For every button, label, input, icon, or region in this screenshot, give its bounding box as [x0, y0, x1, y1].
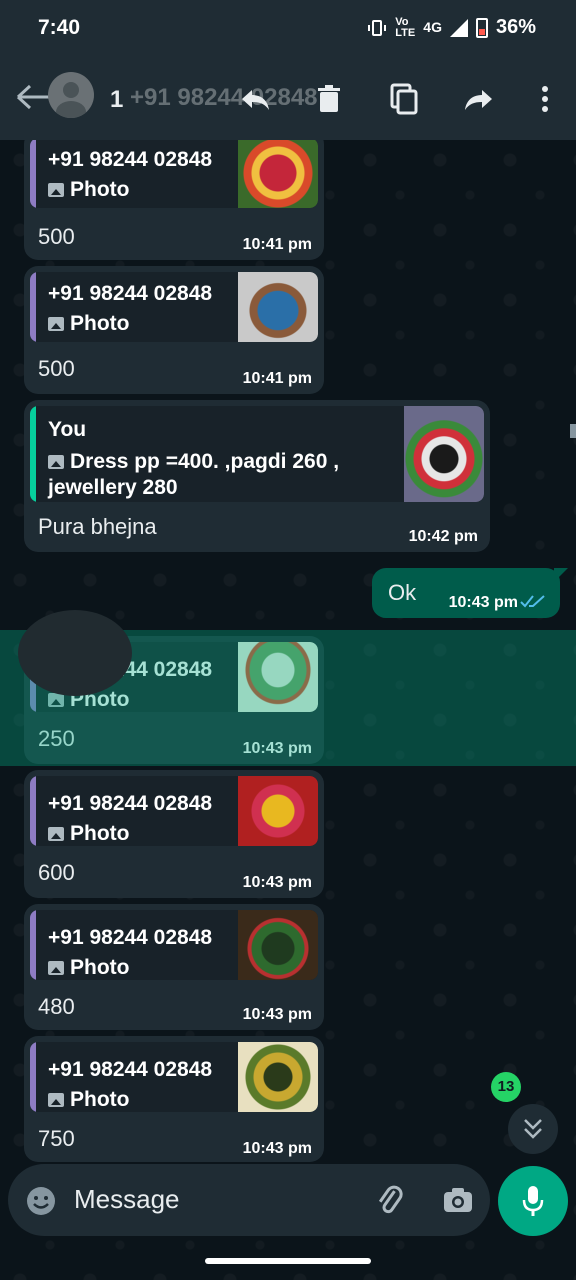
quoted-message[interactable]: +91 98244 02848 Photo — [30, 272, 318, 342]
photo-icon — [48, 961, 64, 975]
photo-icon — [48, 827, 64, 841]
outgoing-message-bubble[interactable]: Ok 10:43 pm — [372, 568, 568, 618]
vibrate-icon — [368, 19, 387, 36]
reply-icon[interactable] — [238, 82, 272, 116]
photo-thumbnail — [238, 1042, 318, 1112]
photo-thumbnail — [238, 138, 318, 208]
message-text: 750 — [38, 1126, 75, 1151]
avatar[interactable] — [48, 72, 94, 118]
message-time: 10:43 pm — [242, 1140, 312, 1157]
unread-count-badge: 13 — [491, 1072, 521, 1102]
quoted-message[interactable]: +91 98244 02848 Photo — [30, 910, 318, 980]
photo-thumbnail — [238, 910, 318, 980]
scroll-to-bottom-button[interactable] — [508, 1104, 558, 1154]
message-bubble[interactable]: +91 98244 02848 Photo 500 10:41 pm — [24, 266, 324, 394]
scrollbar-thumb[interactable] — [570, 424, 576, 438]
signal-icon — [449, 18, 468, 37]
quoted-photo-label: Photo — [48, 1088, 129, 1112]
quoted-sender: +91 98244 02848 — [48, 792, 213, 815]
quoted-photo-label: Photo — [48, 312, 129, 336]
message-text: Pura bhejna — [38, 514, 157, 539]
message-input[interactable]: Message — [74, 1184, 180, 1215]
message-text: 600 — [38, 860, 75, 885]
message-composer: Message — [8, 1164, 490, 1236]
chevron-double-down-icon — [524, 1119, 542, 1139]
volte-label: Vo LTE — [395, 15, 416, 39]
message-text: 480 — [38, 994, 75, 1019]
message-text: 500 — [38, 224, 75, 249]
quoted-message[interactable]: +91 98244 02848 Photo — [30, 1042, 318, 1112]
battery-icon — [475, 17, 488, 38]
attach-icon[interactable] — [372, 1182, 408, 1218]
camera-icon[interactable] — [440, 1182, 476, 1218]
message-bubble[interactable]: +91 98244 02848 Photo 750 10:43 pm — [24, 1036, 324, 1162]
message-time: 10:43 pm — [242, 874, 312, 891]
message-text: 500 — [38, 356, 75, 381]
chat-app-bar: +91 98244 02848 1 — [0, 56, 576, 140]
forward-icon[interactable] — [462, 82, 496, 116]
quoted-sender: +91 98244 02848 — [48, 282, 213, 305]
quoted-message[interactable]: +91 98244 02848 Photo — [30, 138, 318, 208]
status-bar: 7:40 Vo LTE 4G 36% — [0, 0, 576, 56]
quoted-sender: +91 98244 02848 — [48, 148, 213, 171]
mic-icon — [522, 1186, 544, 1216]
voice-message-button[interactable] — [498, 1166, 568, 1236]
message-bubble[interactable]: You Dress pp =400. ,pagdi 260 , jeweller… — [24, 400, 490, 552]
emoji-icon[interactable] — [24, 1184, 58, 1218]
avatar-icon — [56, 82, 86, 118]
delete-icon[interactable] — [312, 82, 346, 116]
message-time: 10:42 pm — [408, 528, 478, 545]
selected-count: 1 — [110, 86, 124, 113]
quoted-photo-label: Photo — [48, 178, 129, 202]
message-text: Ok — [388, 580, 417, 605]
quoted-text: Dress pp =400. ,pagdi 260 , — [48, 450, 339, 474]
message-time: 10:43 pm — [242, 1006, 312, 1023]
quoted-photo-label: Photo — [48, 822, 129, 846]
photo-icon — [48, 455, 64, 469]
photo-icon — [48, 317, 64, 331]
status-icons: Vo LTE 4G 36% — [367, 16, 536, 39]
gesture-nav-bar[interactable] — [205, 1258, 371, 1264]
redaction-blob — [18, 610, 132, 696]
photo-thumbnail — [404, 406, 484, 502]
message-bubble[interactable]: +91 98244 02848 Photo 600 10:43 pm — [24, 770, 324, 898]
quoted-message[interactable]: You Dress pp =400. ,pagdi 260 , jeweller… — [30, 406, 484, 502]
copy-icon[interactable] — [388, 82, 422, 116]
message-time: 10:41 pm — [242, 236, 312, 253]
contact-title: +91 98244 02848 — [130, 84, 318, 111]
quoted-sender: You — [48, 418, 87, 441]
status-time: 7:40 — [38, 16, 81, 39]
photo-thumbnail — [238, 776, 318, 846]
more-icon[interactable] — [528, 82, 562, 116]
message-time: 10:41 pm — [242, 370, 312, 387]
photo-icon — [48, 1093, 64, 1107]
quoted-sender: +91 98244 02848 — [48, 1058, 213, 1081]
quoted-sender: +91 98244 02848 — [48, 926, 213, 949]
message-bubble[interactable]: +91 98244 02848 Photo 480 10:43 pm — [24, 904, 324, 1030]
message-bubble[interactable]: +91 98244 02848 Photo 500 10:41 pm — [24, 130, 324, 260]
read-ticks-icon — [520, 595, 545, 608]
network-label: 4G — [423, 19, 442, 35]
quoted-text-continued: jewellery 280 — [48, 476, 178, 499]
message-time: 10:43 pm — [448, 594, 518, 611]
photo-thumbnail — [238, 272, 318, 342]
photo-icon — [48, 183, 64, 197]
battery-percent: 36% — [495, 16, 536, 38]
quoted-photo-label: Photo — [48, 956, 129, 980]
quoted-message[interactable]: +91 98244 02848 Photo — [30, 776, 318, 846]
